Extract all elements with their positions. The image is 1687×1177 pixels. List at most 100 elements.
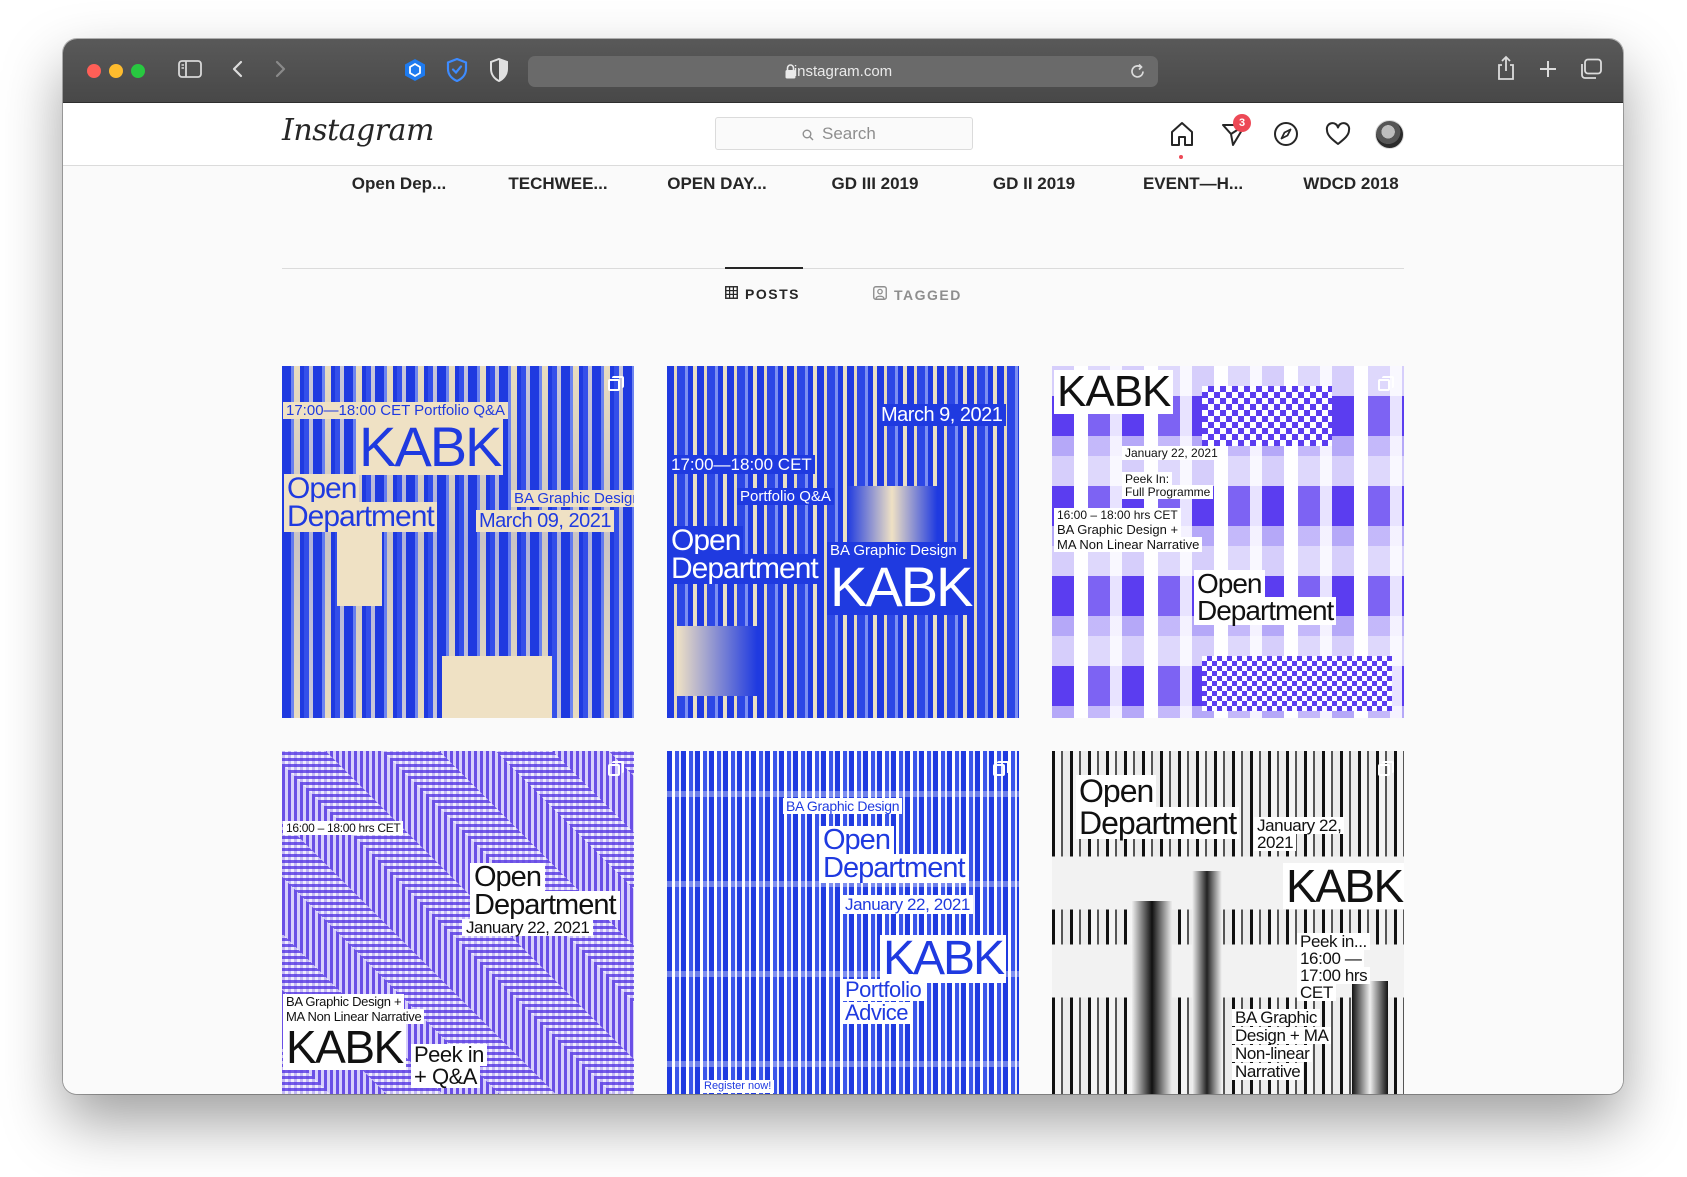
zoom-window-button[interactable] bbox=[131, 64, 145, 78]
instagram-page: Instagram 3 Ope bbox=[63, 103, 1623, 1094]
post-tile[interactable]: 17:00—18:00 CET Portfolio Q&A KABK Open … bbox=[282, 366, 634, 718]
grid-icon bbox=[725, 286, 738, 302]
post-pattern-block bbox=[1202, 386, 1332, 446]
post-text: Open bbox=[1194, 570, 1265, 598]
back-arrow-icon[interactable] bbox=[231, 59, 245, 79]
instagram-header: Instagram 3 bbox=[63, 103, 1623, 166]
address-bar[interactable]: instagram.com bbox=[528, 56, 1158, 87]
story-highlights: Open Dep... TECHWEE... OPEN DAY... GD II… bbox=[63, 166, 1623, 206]
search-box[interactable] bbox=[715, 117, 973, 150]
address-url: instagram.com bbox=[793, 63, 893, 80]
post-text: KABK bbox=[827, 559, 975, 615]
post-text: Register now! bbox=[701, 1080, 775, 1093]
search-input[interactable] bbox=[716, 118, 972, 149]
privacy-shield-icon[interactable] bbox=[489, 58, 509, 82]
tab-overview-icon[interactable] bbox=[1579, 58, 1603, 80]
multiple-images-icon bbox=[1378, 761, 1394, 777]
post-text: Peek in bbox=[411, 1044, 487, 1066]
post-text: Department bbox=[819, 854, 969, 883]
post-pattern-block bbox=[1132, 901, 1172, 1094]
message-count-badge: 3 bbox=[1233, 114, 1251, 132]
post-text: January 22, 2021 bbox=[1122, 446, 1221, 460]
active-tab-underline bbox=[725, 267, 803, 269]
post-text: KABK bbox=[283, 1024, 406, 1070]
extension-hexagon-icon[interactable] bbox=[404, 58, 426, 82]
post-text: BA Graphic Design + bbox=[1054, 522, 1182, 537]
highlight-item[interactable]: EVENT—H... bbox=[1128, 174, 1258, 194]
post-text: BA Graphic Design bbox=[783, 798, 903, 814]
multiple-images-icon bbox=[993, 761, 1009, 777]
post-text: March 09, 2021 bbox=[476, 510, 614, 532]
post-text: BA Graphic bbox=[1232, 1009, 1320, 1026]
post-text: 17:00—18:00 CET bbox=[668, 455, 815, 474]
instagram-logo[interactable]: Instagram bbox=[282, 113, 434, 148]
highlight-item[interactable]: GD II 2019 bbox=[969, 174, 1099, 194]
highlight-item[interactable]: WDCD 2018 bbox=[1286, 174, 1416, 194]
post-tile[interactable]: Open Department January 22, 2021 KABK Pe… bbox=[1052, 751, 1404, 1094]
post-tile[interactable]: March 9, 2021 17:00—18:00 CET Portfolio … bbox=[667, 366, 1019, 718]
post-text: MA Non Linear Narrative bbox=[1054, 537, 1203, 552]
post-text: Narrative bbox=[1232, 1063, 1304, 1080]
post-text: January 22, 2021 bbox=[462, 919, 594, 936]
post-text: Department bbox=[1076, 807, 1240, 839]
post-text: Department bbox=[284, 502, 437, 532]
post-text: Peek in... bbox=[1297, 933, 1370, 950]
minimize-window-button[interactable] bbox=[109, 64, 123, 78]
highlight-item[interactable]: OPEN DAY... bbox=[652, 174, 782, 194]
post-text: Open bbox=[470, 863, 545, 892]
post-text: Open bbox=[819, 826, 894, 855]
share-icon[interactable] bbox=[1495, 55, 1517, 81]
home-icon[interactable] bbox=[1167, 119, 1197, 149]
highlight-item[interactable]: TECHWEE... bbox=[493, 174, 623, 194]
multiple-images-icon bbox=[608, 761, 624, 777]
post-text: Open bbox=[1076, 775, 1157, 807]
reload-icon[interactable] bbox=[1129, 63, 1146, 85]
profile-tabs-divider bbox=[282, 268, 1404, 269]
tab-posts-label: POSTS bbox=[745, 286, 800, 302]
tab-tagged-label: TAGGED bbox=[894, 286, 962, 303]
post-text: Department bbox=[1194, 597, 1337, 625]
active-page-indicator bbox=[1179, 155, 1183, 159]
post-pattern-block bbox=[1192, 871, 1222, 1094]
extension-shield-check-icon[interactable] bbox=[446, 58, 468, 82]
highlight-item[interactable]: Open Dep... bbox=[334, 174, 464, 194]
post-pattern-block bbox=[442, 656, 552, 718]
post-text: Peek In: bbox=[1122, 472, 1173, 486]
post-pattern-block bbox=[1202, 656, 1392, 711]
tab-posts[interactable]: POSTS bbox=[725, 286, 800, 302]
multiple-images-icon bbox=[1378, 376, 1394, 392]
post-text: Portfolio bbox=[841, 979, 926, 1001]
post-text: BA Graphic Design + bbox=[283, 994, 405, 1009]
browser-window: instagram.com Instagram Search 3 Open De… bbox=[63, 39, 1623, 1094]
tagged-person-icon bbox=[873, 286, 887, 303]
post-text: 16:00 — bbox=[1297, 950, 1365, 967]
post-text: Non-linear bbox=[1232, 1045, 1313, 1062]
post-text: Department bbox=[470, 891, 620, 920]
explore-compass-icon[interactable] bbox=[1271, 119, 1301, 149]
post-text: 16:00 – 18:00 hrs CET bbox=[283, 821, 404, 835]
multiple-images-icon bbox=[608, 376, 624, 392]
activity-heart-icon[interactable] bbox=[1323, 119, 1353, 149]
sidebar-toggle-icon[interactable] bbox=[178, 59, 202, 79]
close-window-button[interactable] bbox=[87, 64, 101, 78]
post-text: Design + MA bbox=[1232, 1027, 1332, 1044]
post-pattern-block bbox=[1352, 981, 1388, 1094]
new-tab-plus-icon[interactable] bbox=[1538, 59, 1558, 79]
post-text: 17:00 hrs bbox=[1297, 967, 1371, 984]
post-text: CET bbox=[1297, 984, 1336, 1001]
profile-avatar[interactable] bbox=[1375, 120, 1404, 149]
highlight-item[interactable]: GD III 2019 bbox=[810, 174, 940, 194]
post-text: KABK bbox=[1283, 863, 1404, 909]
post-tile[interactable]: BA Graphic Design Open Department Januar… bbox=[667, 751, 1019, 1094]
post-text: January 22, bbox=[1254, 817, 1345, 834]
post-text: Advice bbox=[841, 1002, 913, 1024]
post-text: 2021 bbox=[1254, 834, 1297, 851]
post-tile[interactable]: KABK January 22, 2021 Peek In: Full Prog… bbox=[1052, 366, 1404, 718]
forward-arrow-icon[interactable] bbox=[273, 59, 287, 79]
post-text: Full Programme bbox=[1122, 485, 1214, 499]
post-text: KABK bbox=[880, 935, 1007, 983]
tab-tagged[interactable]: TAGGED bbox=[873, 286, 962, 303]
post-pattern-block bbox=[677, 626, 757, 696]
post-tile[interactable]: 16:00 – 18:00 hrs CET Open Department Ja… bbox=[282, 751, 634, 1094]
post-text: KABK bbox=[356, 419, 504, 475]
